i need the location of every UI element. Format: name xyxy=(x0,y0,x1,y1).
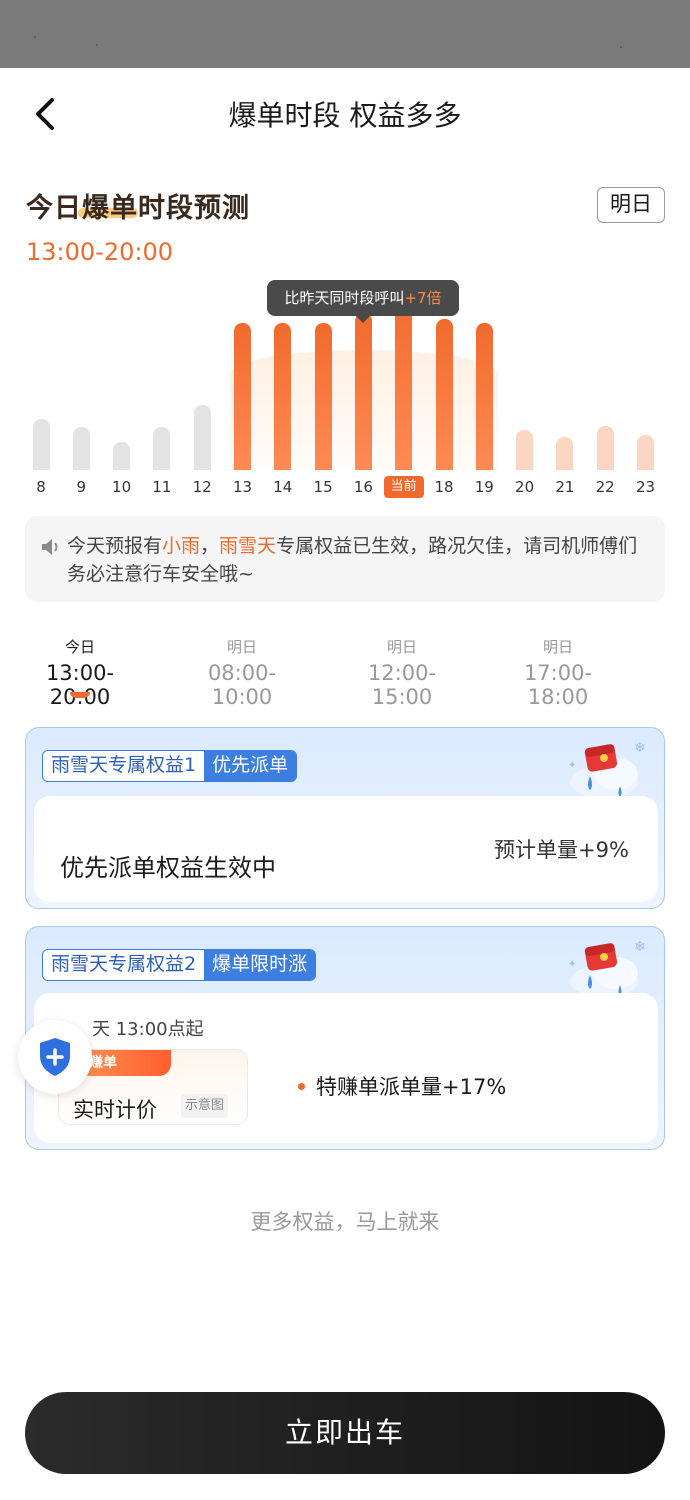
slot-day: 明日 xyxy=(386,638,417,656)
slot-active-indicator xyxy=(70,692,90,698)
benefit-tag-type: 爆单限时涨 xyxy=(204,950,316,980)
bullet-dot xyxy=(298,1083,305,1090)
chart-x-label: 12 xyxy=(192,478,212,496)
chart-x-label: 15 xyxy=(313,478,333,496)
forecast-title-text: 今日爆单时段预测 xyxy=(26,193,250,224)
price-label: 实时计价 xyxy=(73,1098,157,1122)
chart-bar xyxy=(153,427,171,470)
benefit-card-body: 天 13:00点起 赚单 实时计价 示意图 特赚单派单量+17% xyxy=(34,993,658,1143)
status-dot xyxy=(96,44,98,46)
slot-range: 08:00-10:00 xyxy=(207,661,277,709)
benefit-tag: 雨雪天专属权益2 爆单限时涨 xyxy=(42,949,317,981)
slot-range: 13:00-20:00 xyxy=(45,661,115,709)
chart-bar xyxy=(193,404,211,470)
speaker-icon xyxy=(42,539,58,555)
chart-bar xyxy=(596,426,614,470)
chart-bar xyxy=(274,323,292,470)
chart-x-label: 23 xyxy=(635,478,656,496)
time-slot-tabs: 今日 13:00-20:00 明日 08:00-10:00 明日 12:00-1… xyxy=(0,636,690,709)
chart-x-label: 18 xyxy=(434,478,454,496)
chart-bar xyxy=(435,319,453,470)
more-benefits-text: 更多权益，马上就来 xyxy=(250,1210,440,1234)
tooltip-arrow xyxy=(356,316,370,323)
chart-x-label: 8 xyxy=(36,478,46,496)
slot-range: 12:00-15:00 xyxy=(367,661,437,709)
chart-bar xyxy=(72,427,90,470)
svg-text:✦: ✦ xyxy=(568,959,576,970)
forecast-title: 今日爆单时段预测 xyxy=(26,186,250,225)
notice-highlight: 小雨 xyxy=(162,535,201,557)
forecast-time-range: 13:00-20:00 xyxy=(26,238,173,266)
chart-x-label: 14 xyxy=(273,478,293,496)
benefit-start-time: 天 13:00点起 xyxy=(92,1019,204,1040)
chart-x-label: 10 xyxy=(112,478,132,496)
notice-text: ， xyxy=(200,535,220,557)
red-envelope-cloud-icon: ❄ ✦ xyxy=(568,740,646,798)
chart-bar xyxy=(234,323,251,470)
slot-tab[interactable]: 明日 12:00-15:00 xyxy=(340,636,464,709)
chart-x-label: 13 xyxy=(232,478,253,496)
chart-x-label: 11 xyxy=(152,478,172,496)
chart-bar xyxy=(354,312,372,470)
slot-day: 明日 xyxy=(542,638,573,656)
benefit-increase: 特赚单派单量+17% xyxy=(316,1075,507,1099)
tooltip-value: +7倍 xyxy=(404,289,442,307)
benefit-card-2: 雨雪天专属权益2 爆单限时涨 ❄ ✦ 天 13:00点起 赚单 实时计价 示意图… xyxy=(25,926,665,1150)
safety-shield-button[interactable] xyxy=(18,1020,92,1094)
status-dot xyxy=(620,46,622,48)
svg-text:❄: ❄ xyxy=(634,740,646,756)
chart-bar xyxy=(475,323,493,470)
slot-range: 17:00-18:00 xyxy=(523,661,593,709)
chart-x-label: 当前 xyxy=(383,476,424,498)
notice-highlight: 雨雪天 xyxy=(219,535,277,557)
chart-x-label: 19 xyxy=(474,478,494,496)
tomorrow-button[interactable]: 明日 xyxy=(597,187,665,223)
status-bar xyxy=(0,0,690,68)
start-driving-button[interactable]: 立即出车 xyxy=(25,1392,665,1474)
benefit-estimate: 预计单量+9% xyxy=(494,838,629,862)
chart-x-label: 22 xyxy=(595,478,615,496)
slot-day: 明日 xyxy=(226,638,257,656)
svg-text:❄: ❄ xyxy=(634,939,646,955)
chart-bar xyxy=(32,419,50,470)
tooltip-text: 比昨天同时段呼叫 xyxy=(284,289,405,307)
chart-x-label: 20 xyxy=(515,478,535,496)
benefit-status: 优先派单权益生效中 xyxy=(60,854,276,882)
chart-tooltip: 比昨天同时段呼叫+7倍 xyxy=(267,280,459,316)
weather-notice: 今天预报有小雨，雨雪天专属权益已生效，路况欠佳，请司机师傅们务必注意行车安全哦~ xyxy=(25,516,665,602)
shield-icon xyxy=(40,1038,70,1076)
chart-bar xyxy=(637,435,654,470)
benefit-tag-name: 雨雪天专属权益1 xyxy=(43,751,205,781)
benefit-tag-name: 雨雪天专属权益2 xyxy=(43,950,205,980)
benefit-card-1: 雨雪天专属权益1 优先派单 ❄ ✦ 优先派单权益生效中 预计单量+9% xyxy=(25,727,665,909)
slot-day: 今日 xyxy=(64,638,95,656)
chart-bar xyxy=(113,442,131,470)
slot-tab[interactable]: 明日 17:00-18:00 xyxy=(496,636,620,709)
status-dot xyxy=(34,36,36,38)
slot-tab[interactable]: 今日 13:00-20:00 xyxy=(20,636,140,709)
chart-bar xyxy=(314,323,332,470)
benefit-tag: 雨雪天专属权益1 优先派单 xyxy=(42,750,298,782)
sample-label: 示意图 xyxy=(181,1094,229,1118)
chart-bar xyxy=(556,436,574,470)
benefit-card-body: 优先派单权益生效中 预计单量+9% xyxy=(34,796,658,902)
notice-text: 今天预报有 xyxy=(67,535,163,557)
chart-x-label: 9 xyxy=(76,478,87,496)
svg-text:✦: ✦ xyxy=(568,760,576,771)
nav-bar: 爆单时段 权益多多 xyxy=(0,68,690,158)
slot-tab[interactable]: 明日 08:00-10:00 xyxy=(180,636,304,709)
chart-bar xyxy=(516,430,534,470)
chart-x-label: 21 xyxy=(555,478,575,496)
page-title: 爆单时段 权益多多 xyxy=(228,99,462,132)
chart-x-label: 16 xyxy=(353,478,373,496)
benefit-tag-type: 优先派单 xyxy=(204,751,297,781)
